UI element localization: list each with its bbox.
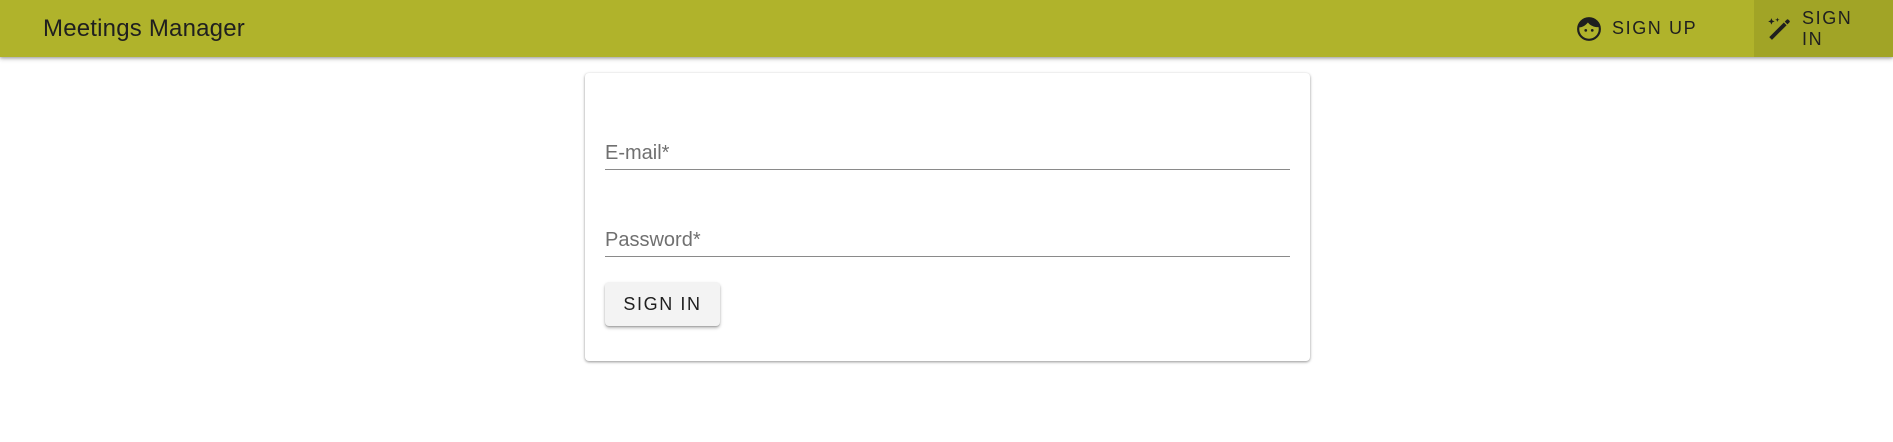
password-field-wrapper <box>605 216 1290 257</box>
nav-actions: Sign up Sign in <box>1556 0 1893 57</box>
sign-up-nav-button[interactable]: Sign up <box>1556 0 1754 57</box>
email-field[interactable] <box>605 129 1290 169</box>
sign-up-label: Sign up <box>1612 18 1698 38</box>
face-icon <box>1576 16 1602 42</box>
sign-in-nav-button[interactable]: Sign in <box>1754 0 1893 57</box>
sign-in-nav-label: Sign in <box>1802 7 1853 49</box>
email-field-wrapper <box>605 129 1290 170</box>
app-title: Meetings Manager <box>43 15 245 42</box>
sign-in-card: Sign in <box>585 73 1310 361</box>
sign-in-button[interactable]: Sign in <box>605 282 720 326</box>
top-toolbar: Meetings Manager Sign up <box>0 0 1893 57</box>
password-field[interactable] <box>605 216 1290 256</box>
magic-wand-icon <box>1766 16 1792 42</box>
